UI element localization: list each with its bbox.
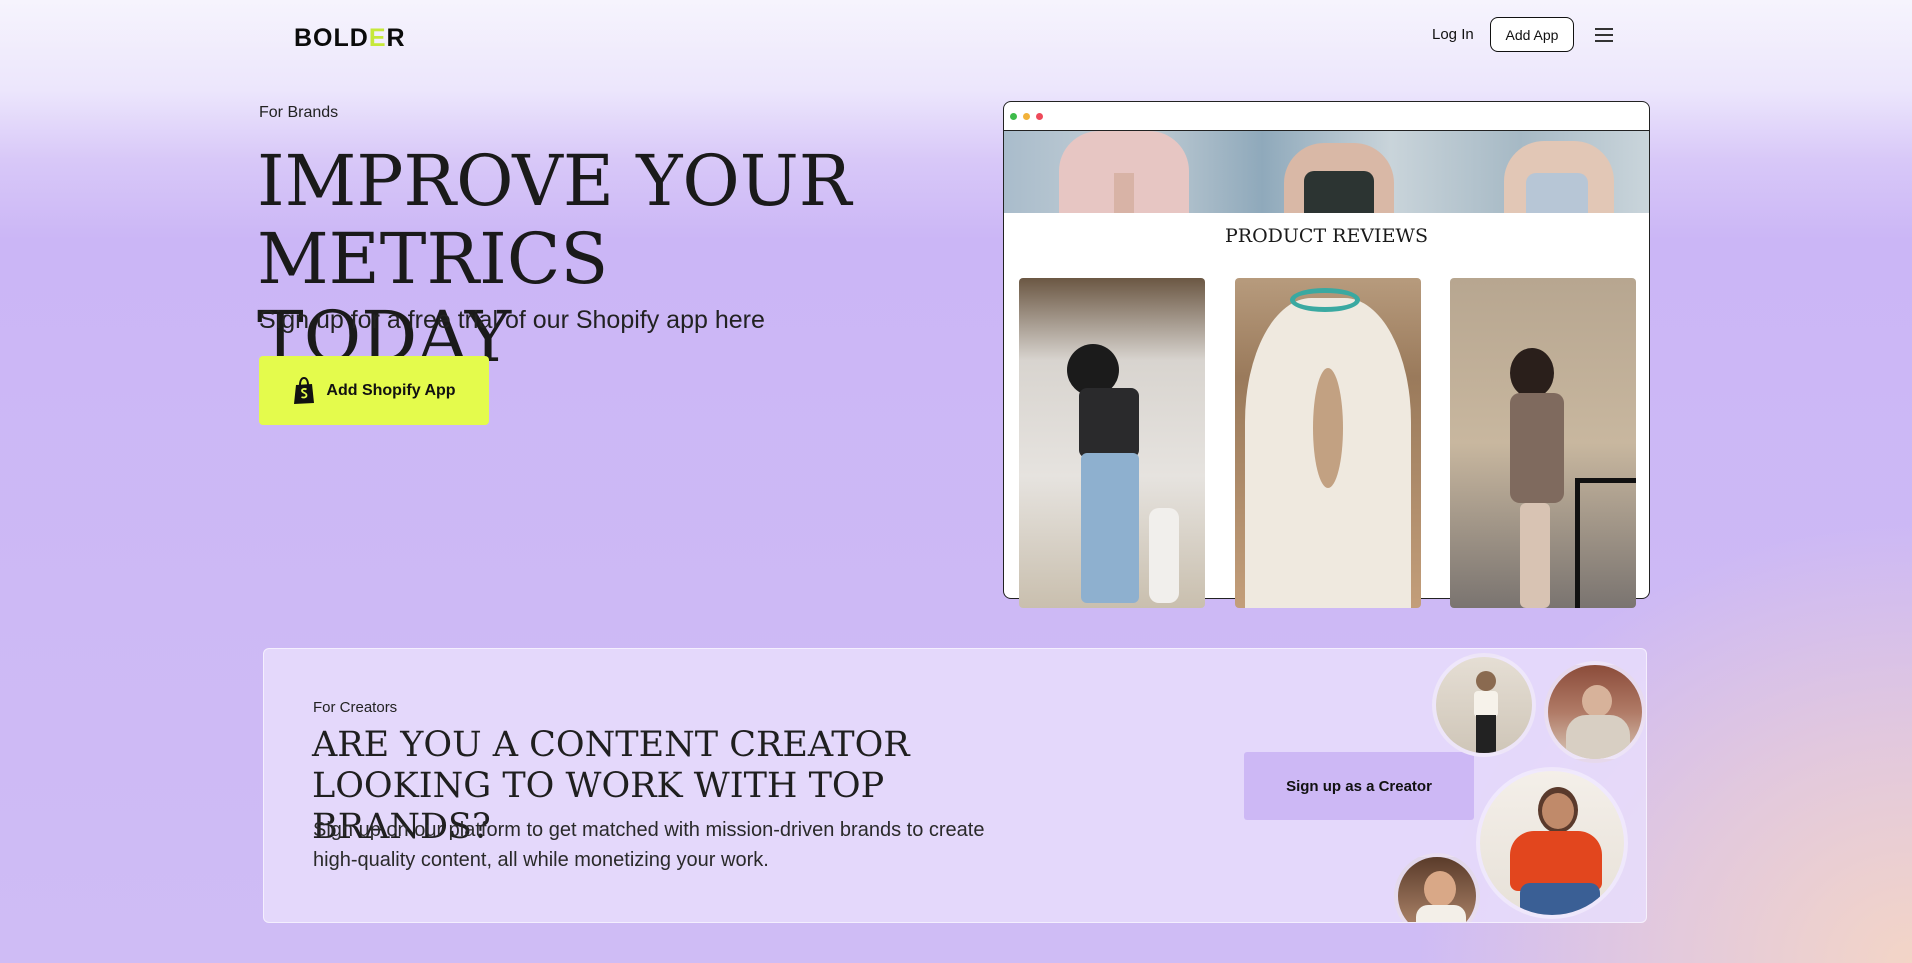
browser-bar xyxy=(1004,102,1649,131)
login-link[interactable]: Log In xyxy=(1432,26,1474,43)
red-dot-icon xyxy=(1036,113,1043,120)
add-app-button[interactable]: Add App xyxy=(1490,17,1574,52)
banner-image xyxy=(1004,131,1649,213)
hamburger-menu-icon[interactable] xyxy=(1595,28,1613,42)
creators-body: Sign up on our platform to get matched w… xyxy=(313,819,985,871)
hero-title-line-2: METRICS TODAY xyxy=(257,218,609,378)
yellow-dot-icon xyxy=(1023,113,1030,120)
creator-avatar xyxy=(1476,767,1628,919)
creators-card: For Creators ARE YOU A CONTENT CREATOR L… xyxy=(263,648,1647,923)
review-photo[interactable] xyxy=(1450,278,1636,608)
creators-eyebrow: For Creators xyxy=(313,699,398,716)
hero-subtitle: Sign up for a free trial of our Shopify … xyxy=(259,306,765,334)
review-photo[interactable] xyxy=(1235,278,1421,608)
review-tiles xyxy=(1019,278,1636,608)
logo[interactable]: BOLDER xyxy=(294,24,406,53)
green-dot-icon xyxy=(1010,113,1017,120)
shopify-bag-icon xyxy=(294,376,315,404)
product-reviews-preview: PRODUCT REVIEWS xyxy=(1003,101,1650,608)
hero-eyebrow: For Brands xyxy=(259,104,339,121)
creator-avatar xyxy=(1544,661,1646,763)
product-reviews-title: PRODUCT REVIEWS xyxy=(1225,225,1428,247)
add-shopify-app-button[interactable]: Add Shopify App xyxy=(259,356,489,425)
sign-up-creator-button[interactable]: Sign up as a Creator xyxy=(1244,752,1474,820)
hero-title-line-1: IMPROVE YOUR xyxy=(257,140,852,222)
add-shopify-app-label: Add Shopify App xyxy=(326,381,456,399)
site-header: BOLDER Log In Add App xyxy=(0,0,1912,78)
creator-avatar xyxy=(1432,653,1536,757)
review-photo[interactable] xyxy=(1019,278,1205,608)
creator-avatar xyxy=(1394,853,1480,922)
hero-title: IMPROVE YOUR METRICS TODAY xyxy=(257,142,877,376)
